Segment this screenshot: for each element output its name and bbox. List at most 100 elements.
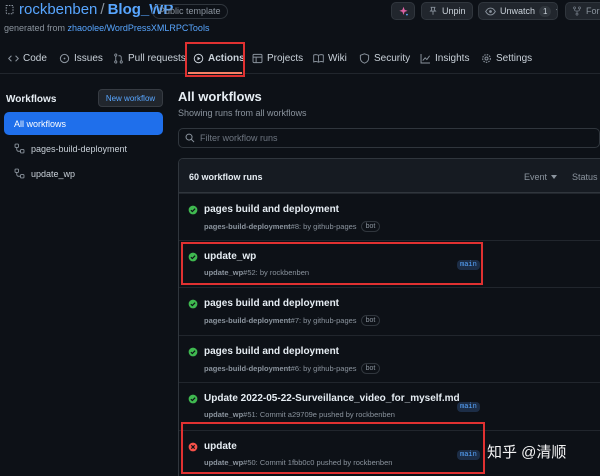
sponsor-button[interactable] xyxy=(391,2,415,20)
template-source-link[interactable]: zhaoolee/WordPressXMLRPCTools xyxy=(68,23,210,33)
run-meta: update_wp #50: Commit 1fbb0c0 pushed by … xyxy=(204,458,392,467)
branch-tag[interactable]: main xyxy=(457,260,480,270)
tab-actions[interactable]: Actions xyxy=(193,46,245,70)
git-pull-request-icon xyxy=(114,53,123,63)
run-workflow-name: update_wp xyxy=(204,458,244,467)
tab-label: Insights xyxy=(435,52,470,64)
x-circle-icon xyxy=(188,442,198,452)
tab-insights[interactable]: Insights xyxy=(420,46,469,70)
repo-nav: Code Issues Pull requests Actions Projec… xyxy=(0,42,600,74)
play-icon xyxy=(193,53,204,63)
sidebar-item-update-wp[interactable]: update_wp xyxy=(4,162,163,185)
fork-button[interactable]: Fork xyxy=(565,2,600,20)
bot-badge: bot xyxy=(360,315,381,326)
workflow-icon xyxy=(14,168,25,179)
run-title-link[interactable]: update xyxy=(204,441,237,452)
watermark: 知乎 @清顺 xyxy=(487,444,567,461)
generated-from: generated from zhaoolee/WordPressXMLRPCT… xyxy=(4,23,209,33)
shield-icon xyxy=(359,52,370,64)
sidebar-item-label: All workflows xyxy=(14,118,67,129)
check-circle-icon xyxy=(188,394,198,404)
run-detail: #8: by github-pages xyxy=(290,222,357,231)
tab-projects[interactable]: Projects xyxy=(252,46,303,70)
run-detail: #7: by github-pages xyxy=(290,316,357,325)
event-filter-dropdown[interactable]: Event xyxy=(524,172,558,182)
sparkle-icon xyxy=(398,6,408,15)
new-workflow-button[interactable]: New workflow xyxy=(98,89,163,107)
check-circle-icon xyxy=(188,205,198,215)
unpin-label: Unpin xyxy=(442,6,466,16)
run-title-link[interactable]: pages build and deployment xyxy=(204,298,339,309)
tab-wiki[interactable]: Wiki xyxy=(313,46,347,70)
unpin-button[interactable]: Unpin xyxy=(421,2,473,20)
branch-tag[interactable]: main xyxy=(457,402,480,412)
tab-label: Wiki xyxy=(328,52,347,64)
watch-count: 1 xyxy=(539,5,552,17)
repo-header: rockbenben / Blog_WP Public template gener… xyxy=(0,0,600,42)
tab-pull-requests[interactable]: Pull requests xyxy=(113,46,186,70)
visibility-badge: Public template xyxy=(152,4,228,19)
eye-icon xyxy=(485,7,496,15)
table-row[interactable]: Update 2022-05-22-Surveillance_video_for… xyxy=(179,382,600,429)
runs-count: 60 workflow runs xyxy=(189,172,263,182)
branch-tag[interactable]: main xyxy=(457,450,480,460)
active-tab-underline xyxy=(188,72,242,74)
workflow-runs-list: 60 workflow runs Event Status pages buil… xyxy=(178,158,600,476)
table-row[interactable]: pages build and deployment pages-build-de… xyxy=(179,193,600,240)
table-row[interactable]: pages build and deployment pages-build-de… xyxy=(179,335,600,382)
run-title-link[interactable]: Update 2022-05-22-Surveillance_video_for… xyxy=(204,393,460,404)
graph-icon xyxy=(420,53,431,63)
tab-label: Settings xyxy=(496,52,533,64)
filter-runs-field[interactable] xyxy=(178,128,600,148)
check-circle-icon xyxy=(188,347,198,357)
search-icon xyxy=(185,133,195,143)
run-workflow-name: pages-build-deployment xyxy=(204,222,291,231)
status-filter-dropdown[interactable]: Status xyxy=(572,172,600,182)
fork-label: Fork xyxy=(586,6,600,16)
table-row[interactable]: update_wp update_wp #52: by rockbenben mai… xyxy=(179,240,600,287)
tab-settings[interactable]: Settings xyxy=(481,46,532,70)
run-workflow-name: pages-build-deployment xyxy=(204,316,291,325)
run-title-link[interactable]: pages build and deployment xyxy=(204,204,339,215)
sidebar-item-all-workflows[interactable]: All workflows xyxy=(4,112,163,135)
repo-owner-link[interactable]: rockbenben xyxy=(19,1,97,18)
run-workflow-name: pages-build-deployment xyxy=(204,364,291,373)
run-detail: #52: by rockbenben xyxy=(243,268,310,277)
bot-badge: bot xyxy=(360,221,381,232)
run-meta: pages-build-deployment #7: by github-pag… xyxy=(204,315,381,326)
filter-runs-input[interactable] xyxy=(200,133,580,143)
issue-opened-icon xyxy=(59,53,70,63)
generated-prefix: generated from xyxy=(4,23,68,33)
tab-label: Security xyxy=(374,52,411,64)
repo-title: rockbenben / Blog_WP xyxy=(19,1,173,18)
pin-icon xyxy=(429,6,437,15)
tab-issues[interactable]: Issues xyxy=(59,46,103,70)
run-detail: #51: Commit a29709e pushed by rockbenben xyxy=(243,410,395,419)
page-subtitle: Showing runs from all workflows xyxy=(178,108,307,118)
sidebar-title: Workflows xyxy=(6,94,57,105)
run-meta: pages-build-deployment #8: by github-pag… xyxy=(204,221,381,232)
run-title-link[interactable]: pages build and deployment xyxy=(204,346,339,357)
sidebar-item-label: update_wp xyxy=(31,168,76,179)
tab-security[interactable]: Security xyxy=(359,46,410,70)
sidebar-item-label: pages-build-deployment xyxy=(31,143,128,154)
run-workflow-name: update_wp xyxy=(204,268,244,277)
repo-template-icon xyxy=(5,4,14,15)
runs-list-header: 60 workflow runs Event Status xyxy=(179,159,600,193)
unwatch-button[interactable]: Unwatch 1 xyxy=(478,2,558,20)
table-row[interactable]: pages build and deployment pages-build-de… xyxy=(179,287,600,334)
tab-label: Issues xyxy=(74,52,103,64)
status-filter-label: Status xyxy=(572,172,598,182)
tab-label: Pull requests xyxy=(128,52,186,64)
run-title-link[interactable]: update_wp xyxy=(204,251,256,262)
tab-label: Actions xyxy=(208,52,245,64)
tab-code[interactable]: Code xyxy=(8,46,47,70)
run-meta: pages-build-deployment #6: by github-pag… xyxy=(204,363,381,374)
sidebar-item-pages-build-deployment[interactable]: pages-build-deployment xyxy=(4,137,163,160)
check-circle-icon xyxy=(188,252,198,262)
repo-separator: / xyxy=(100,1,105,18)
run-meta: update_wp #52: by rockbenben xyxy=(204,268,309,277)
run-meta: update_wp #51: Commit a29709e pushed by … xyxy=(204,410,395,419)
code-icon xyxy=(8,54,19,62)
repo-forked-icon xyxy=(573,6,581,16)
